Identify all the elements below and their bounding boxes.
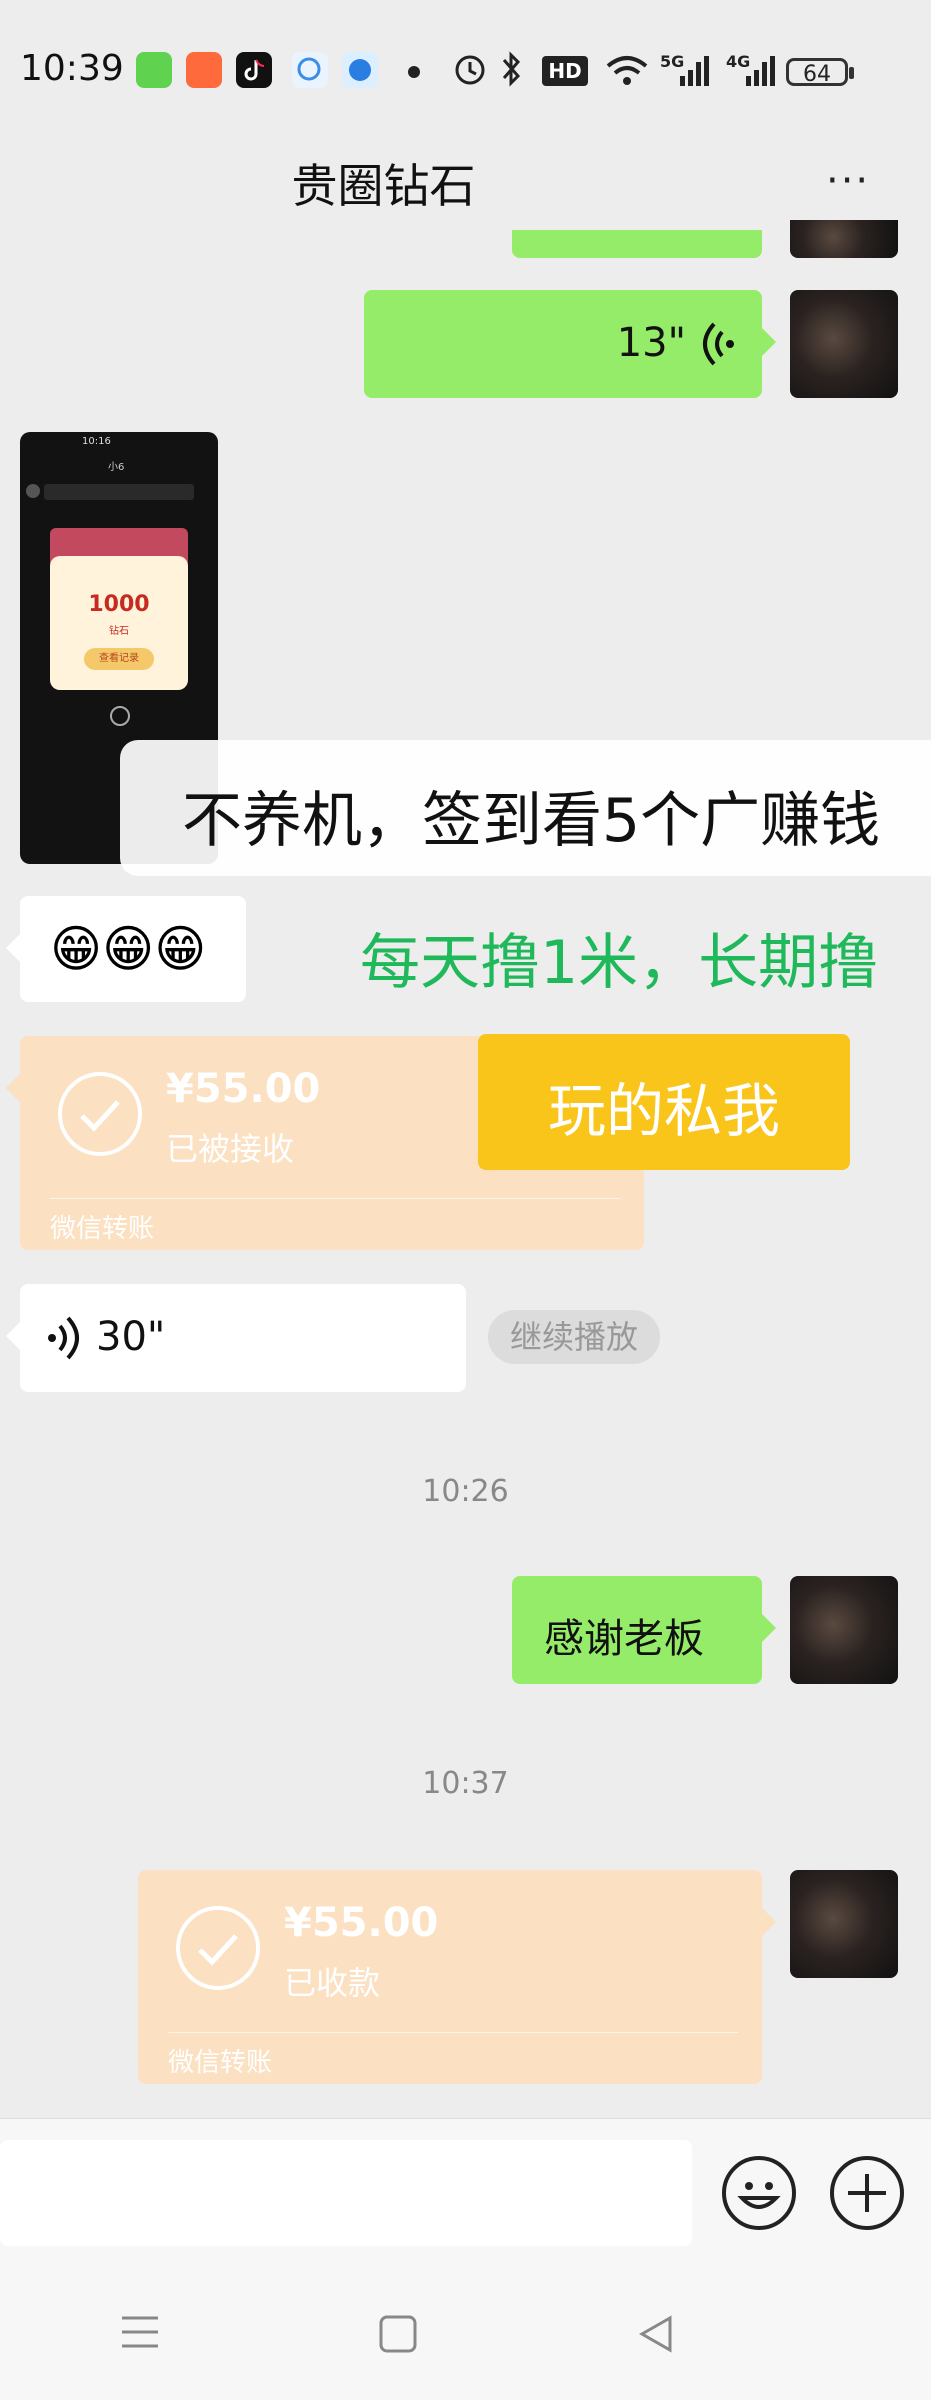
- transfer-status: 已收款: [284, 1964, 381, 2002]
- transfer-amount: ¥55.00: [284, 1900, 439, 1946]
- messages-app-icon: [136, 52, 172, 88]
- thumb-view-record-button: 查看记录: [84, 648, 154, 670]
- message-input[interactable]: [0, 2140, 692, 2246]
- overlay-caption-green: 每天撸1米，长期撸: [360, 928, 879, 998]
- emoji-message[interactable]: 😁😁😁: [6, 896, 246, 1002]
- back-triangle-icon: [638, 2315, 672, 2353]
- chat-title: 贵圈钻石: [291, 159, 476, 213]
- voice-wave-icon: [700, 320, 740, 372]
- shopping-app-icon: [186, 52, 222, 88]
- more-options-button[interactable]: ···: [826, 158, 870, 204]
- overlay-caption-yellow: 玩的私我: [478, 1034, 850, 1170]
- plus-icon: [848, 2174, 886, 2212]
- voice-message-received[interactable]: 30": [6, 1284, 466, 1392]
- my-avatar-partial[interactable]: [790, 220, 898, 258]
- message-text: 感谢老板: [544, 1616, 704, 1662]
- timestamp: 10:37: [422, 1766, 509, 1801]
- transfer-message-sent[interactable]: ¥55.00 已收款 微信转账: [138, 1870, 776, 2084]
- voice-duration: 13": [616, 320, 686, 366]
- overlay-caption-white: 不养机，签到看5个广赚钱: [120, 740, 931, 876]
- menu-nav-button[interactable]: [118, 2314, 162, 2354]
- bluetooth-icon: [500, 50, 524, 92]
- browser-app-icon: [342, 52, 378, 88]
- battery-icon: 64: [786, 58, 854, 87]
- timestamp: 10:26: [422, 1474, 509, 1509]
- menu-icon: [122, 2316, 158, 2348]
- check-circle-icon: [176, 1906, 260, 1990]
- transfer-footer: 微信转账: [168, 2048, 273, 2078]
- signal-5g-icon: 5G: [660, 52, 710, 92]
- emoji-button[interactable]: [722, 2156, 796, 2230]
- hd-voice-icon: HD: [542, 56, 588, 86]
- alarm-icon: [452, 50, 488, 92]
- transfer-divider: [50, 1198, 620, 1199]
- signal-4g-icon: 4G: [726, 52, 776, 92]
- thumb-unit: 钻石: [109, 626, 129, 637]
- voice-wave-icon: [42, 1314, 82, 1366]
- thumb-message: [44, 484, 194, 500]
- home-square-icon: [379, 2315, 417, 2353]
- my-avatar[interactable]: [790, 290, 898, 398]
- plus-button[interactable]: [830, 2156, 904, 2230]
- my-avatar[interactable]: [790, 1870, 898, 1978]
- text-message-sent[interactable]: 感谢老板: [512, 1576, 776, 1684]
- thumb-amount: 1000: [88, 592, 150, 617]
- chat-app-icon: [292, 52, 328, 88]
- transfer-amount: ¥55.00: [166, 1066, 321, 1112]
- overlay-caption-yellow-text: 玩的私我: [547, 1077, 780, 1145]
- notification-dot: [408, 66, 420, 78]
- partial-message-bubble[interactable]: [512, 230, 762, 258]
- overlay-caption-white-text: 不养机，签到看5个广赚钱: [182, 786, 881, 856]
- voice-message-sent[interactable]: 13": [364, 290, 776, 398]
- transfer-footer: 微信转账: [50, 1214, 155, 1244]
- tiktok-app-icon: [236, 52, 272, 88]
- thumb-close-icon: [110, 706, 130, 726]
- emoji-icon: [737, 2182, 781, 2209]
- thumb-reward-popup: 1000 钻石 查看记录: [50, 556, 188, 690]
- transfer-divider: [168, 2032, 738, 2033]
- voice-duration: 30": [96, 1314, 166, 1360]
- check-circle-icon: [58, 1072, 142, 1156]
- thumb-time: 10:16: [82, 436, 111, 447]
- thumb-avatar: [26, 484, 40, 498]
- my-avatar[interactable]: [790, 1576, 898, 1684]
- continue-playing-button[interactable]: 继续播放: [488, 1310, 660, 1364]
- home-nav-button[interactable]: [378, 2314, 418, 2358]
- status-time: 10:39: [20, 48, 124, 89]
- transfer-status: 已被接收: [166, 1130, 295, 1168]
- back-nav-button[interactable]: [636, 2314, 676, 2358]
- wifi-icon: [604, 52, 650, 92]
- emoji-text: 😁😁😁: [50, 920, 207, 978]
- thumb-title: 小6: [108, 462, 125, 473]
